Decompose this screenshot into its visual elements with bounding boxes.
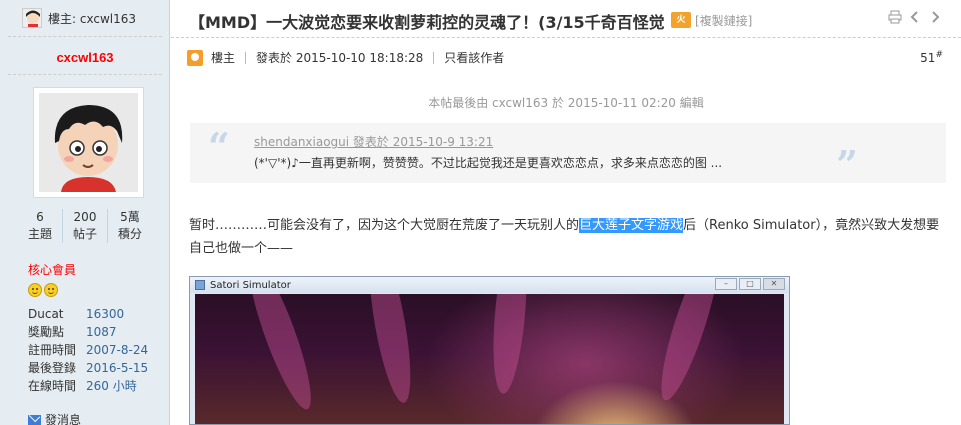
- stat-posts[interactable]: 200 帖子: [63, 209, 108, 243]
- hair-strand: [651, 294, 729, 405]
- close-icon: ✕: [763, 278, 785, 290]
- quote-author-link[interactable]: shendanxiaogui 發表於 2015-10-9 13:21: [254, 133, 493, 150]
- info-row: 獎勵點 1087: [28, 323, 148, 341]
- embedded-screenshot[interactable]: Satori Simulator – □ ✕: [189, 276, 790, 425]
- minimize-icon: –: [715, 278, 737, 290]
- envelope-icon: [28, 414, 41, 425]
- info-key: 註冊時間: [28, 343, 77, 357]
- username-link[interactable]: cxcwl163: [0, 50, 170, 65]
- info-row: 在線時間 260 小時: [28, 377, 148, 395]
- avatar[interactable]: [33, 87, 144, 198]
- info-key: Ducat: [28, 307, 64, 321]
- post-main: 【MMD】一大波觉恋要来收割萝莉控的灵魂了！(3/15千奇百怪觉 火 [複製鏈接…: [171, 0, 961, 425]
- maximize-icon: □: [739, 278, 761, 290]
- sidebar-header-label: 樓主: cxcwl163: [48, 11, 136, 26]
- info-key: 最後登錄: [28, 361, 77, 375]
- author-sidebar: 樓主: cxcwl163 cxcwl163 6 主題 200 帖子 5萬 積分 …: [0, 0, 170, 425]
- info-value: 260 小時: [86, 379, 137, 393]
- info-value: 1087: [86, 325, 117, 339]
- author-info: Ducat 16300 獎勵點 1087 註冊時間 2007-8-24 最後登錄…: [28, 305, 148, 395]
- smile-icon: [28, 283, 42, 297]
- info-value: 2007-8-24: [86, 343, 149, 357]
- smile-icon: [44, 283, 58, 297]
- window-controls: – □ ✕: [715, 278, 785, 290]
- divider: [8, 74, 162, 75]
- info-value: 16300: [86, 307, 125, 321]
- edit-note: 本帖最後由 cxcwl163 於 2015-10-11 02:20 編輯: [428, 96, 704, 110]
- stat-credits[interactable]: 5萬 積分: [108, 209, 152, 243]
- sidebar-header: 樓主: cxcwl163: [22, 6, 136, 30]
- divider: [8, 36, 162, 37]
- app-icon: [195, 280, 205, 290]
- info-row: 註冊時間 2007-8-24: [28, 341, 148, 359]
- thread-title: 【MMD】一大波觉恋要来收割萝莉控的灵魂了！(3/15千奇百怪觉: [189, 13, 665, 32]
- divider: [245, 51, 247, 64]
- highlighted-link[interactable]: 巨大莲子文字游戏: [579, 218, 684, 233]
- stat-value: 6: [36, 210, 44, 224]
- only-author-link[interactable]: 只看該作者: [444, 49, 504, 66]
- thread-tools: [888, 10, 942, 24]
- stat-label: 主題: [27, 227, 52, 241]
- quote-block: “ shendanxiaogui 發表於 2015-10-9 13:21 (*'…: [190, 123, 946, 187]
- divider: [433, 51, 435, 64]
- info-key: 獎勵點: [28, 325, 65, 339]
- info-row: Ducat 16300: [28, 305, 148, 323]
- hot-badge: 火: [671, 12, 691, 28]
- game-scene-image: [195, 294, 784, 424]
- copy-link-button[interactable]: [複製鏈接]: [695, 12, 752, 29]
- info-key: 在線時間: [28, 379, 77, 393]
- author-stats: 6 主題 200 帖子 5萬 積分: [18, 209, 152, 243]
- divider: [171, 37, 961, 38]
- send-message-label: 發消息: [45, 413, 82, 425]
- window-titlebar: Satori Simulator: [190, 277, 789, 293]
- hair-strand: [238, 294, 322, 415]
- owner-icon: [187, 49, 203, 66]
- quote-text: (*'▽'*)♪一直再更新啊，赞赞赞。不过比起觉我还是更喜欢恋恋点，求多来点恋恋…: [254, 156, 723, 170]
- stat-value: 200: [73, 210, 97, 224]
- stat-label: 積分: [117, 227, 142, 241]
- floor-number[interactable]: 51#: [920, 50, 943, 65]
- window-title: Satori Simulator: [210, 279, 291, 291]
- print-icon[interactable]: [888, 10, 902, 24]
- next-thread-icon[interactable]: [928, 10, 942, 24]
- owner-label: 樓主: [211, 51, 236, 65]
- post-meta: 樓主 發表於 2015-10-10 18:18:28 只看該作者: [187, 49, 504, 66]
- rank-icons: [28, 283, 58, 297]
- stat-threads[interactable]: 6 主題: [18, 209, 63, 243]
- hair-strand: [488, 294, 532, 396]
- mini-avatar[interactable]: [22, 8, 42, 28]
- floor-mark: #: [935, 50, 943, 60]
- body-text-before: 暂时…………可能会没有了，因为这个大觉厨在荒废了一天玩别人的: [189, 218, 580, 233]
- quote-open-icon: “: [208, 124, 230, 169]
- hair-strand: [361, 294, 419, 406]
- floor-value: 51: [920, 51, 936, 65]
- user-group[interactable]: 核心會員: [28, 261, 76, 278]
- posted-at: 發表於 2015-10-10 18:18:28: [256, 51, 424, 65]
- post-body: 暂时…………可能会没有了，因为这个大觉厨在荒废了一天玩别人的巨大莲子文字游戏后（…: [189, 214, 949, 260]
- info-row: 最後登錄 2016-5-15: [28, 359, 148, 377]
- send-message-link[interactable]: 發消息: [28, 411, 81, 425]
- stat-label: 帖子: [72, 227, 97, 241]
- info-value: 2016-5-15: [86, 361, 149, 375]
- prev-thread-icon[interactable]: [908, 10, 922, 24]
- stat-value: 5萬: [120, 210, 140, 224]
- quote-close-icon: ”: [836, 142, 858, 187]
